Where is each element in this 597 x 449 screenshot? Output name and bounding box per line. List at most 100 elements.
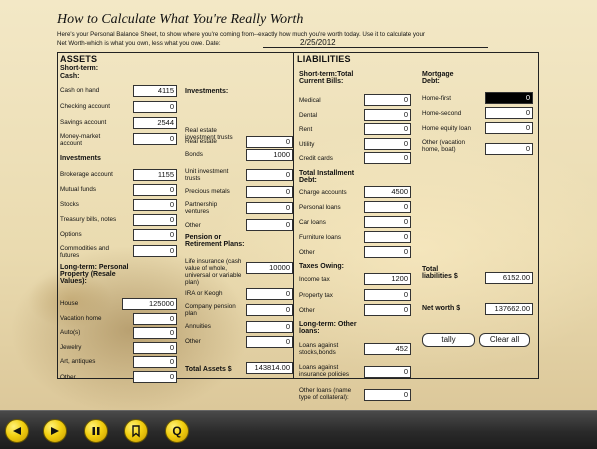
- short-term-heading: Short-term:: [60, 65, 99, 72]
- personal-loans-input[interactable]: 0: [364, 201, 411, 213]
- income-tax-input[interactable]: 1200: [364, 273, 411, 285]
- annuities-label: Annuities: [185, 323, 211, 330]
- home-first-input[interactable]: 0: [485, 92, 533, 104]
- unit-trusts-input[interactable]: 0: [246, 169, 293, 181]
- money-market-label: Money-market account: [60, 133, 101, 147]
- savings-input[interactable]: 2544: [133, 117, 177, 129]
- forward-icon[interactable]: [43, 419, 67, 443]
- brokerage-label: Brokerage account: [60, 171, 113, 178]
- medical-label: Medical: [299, 97, 321, 104]
- other-install-label: Other: [299, 249, 315, 256]
- other-mortgage-label: Other (vacation home, boat): [422, 139, 466, 153]
- bookmark-glyph: [132, 425, 140, 438]
- unit-trusts-label: Unit investment trusts: [185, 168, 229, 182]
- other-personal-label: Other: [60, 374, 76, 381]
- income-tax-label: Income tax: [299, 276, 330, 283]
- back-icon[interactable]: [5, 419, 29, 443]
- home-second-input[interactable]: 0: [485, 107, 533, 119]
- brokerage-input[interactable]: 1155: [133, 169, 177, 181]
- other-pension-input[interactable]: 0: [246, 336, 293, 348]
- mutual-funds-input[interactable]: 0: [133, 184, 177, 196]
- jewelry-input[interactable]: 0: [133, 342, 177, 354]
- total-liabilities-value: 6152.00: [485, 272, 533, 284]
- total-assets-label: Total Assets $: [185, 366, 232, 373]
- property-tax-label: Property tax: [299, 292, 333, 299]
- bookmark-icon[interactable]: [124, 419, 148, 443]
- home-second-label: Home-second: [422, 110, 462, 117]
- other-invest-input[interactable]: 0: [246, 219, 293, 231]
- house-label: House: [60, 300, 79, 307]
- total-assets-value: 143814.00: [246, 362, 293, 374]
- pause-icon[interactable]: [84, 419, 108, 443]
- cash-on-hand-input[interactable]: 4115: [133, 85, 177, 97]
- other-install-input[interactable]: 0: [364, 246, 411, 258]
- clear-all-button[interactable]: Clear all: [479, 333, 530, 347]
- home-equity-input[interactable]: 0: [485, 122, 533, 134]
- other-loans-input[interactable]: 0: [364, 389, 411, 401]
- rent-input[interactable]: 0: [364, 123, 411, 135]
- annuities-input[interactable]: 0: [246, 321, 293, 333]
- date-field[interactable]: 2/25/2012: [300, 38, 336, 47]
- company-pension-input[interactable]: 0: [246, 304, 293, 316]
- art-input[interactable]: 0: [133, 356, 177, 368]
- checking-input[interactable]: 0: [133, 101, 177, 113]
- real-estate-input[interactable]: 0: [246, 136, 293, 148]
- loans-insurance-input[interactable]: 0: [364, 366, 411, 378]
- mutual-funds-label: Mutual funds: [60, 186, 97, 193]
- back-arrow-glyph: [13, 427, 21, 435]
- charge-accounts-label: Charge accounts: [299, 189, 347, 196]
- mortgage-heading: Mortgage Debt:: [422, 71, 454, 85]
- page-title: How to Calculate What You're Really Wort…: [57, 12, 304, 27]
- commodities-input[interactable]: 0: [133, 245, 177, 257]
- vacation-home-label: Vacation home: [60, 315, 102, 322]
- commodities-label: Commodities and futures: [60, 245, 109, 259]
- autos-input[interactable]: 0: [133, 327, 177, 339]
- quit-icon[interactable]: Q: [165, 419, 189, 443]
- checking-label: Checking account: [60, 103, 111, 110]
- other-invest-label: Other: [185, 222, 201, 229]
- autos-label: Auto(s): [60, 329, 81, 336]
- car-loans-input[interactable]: 0: [364, 216, 411, 228]
- medical-input[interactable]: 0: [364, 94, 411, 106]
- house-input[interactable]: 125000: [122, 298, 177, 310]
- bonds-input[interactable]: 1000: [246, 149, 293, 161]
- intro-text-line1: Here's your Personal Balance Sheet, to s…: [57, 31, 425, 38]
- money-market-input[interactable]: 0: [133, 133, 177, 145]
- credit-cards-input[interactable]: 0: [364, 152, 411, 164]
- loans-insurance-label: Loans against insurance policies: [299, 364, 350, 378]
- partnership-input[interactable]: 0: [246, 202, 293, 214]
- forward-arrow-glyph: [51, 427, 59, 435]
- dental-input[interactable]: 0: [364, 109, 411, 121]
- date-underline: [263, 47, 488, 48]
- other-loans-label: Other loans (name type of collateral):: [299, 387, 352, 401]
- utility-input[interactable]: 0: [364, 138, 411, 150]
- current-bills-heading: Short-term:Total Current Bills:: [299, 71, 354, 85]
- other-mortgage-input[interactable]: 0: [485, 143, 533, 155]
- charge-accounts-input[interactable]: 4500: [364, 186, 411, 198]
- car-loans-label: Car loans: [299, 219, 326, 226]
- assets-heading: ASSETS: [60, 54, 98, 64]
- options-input[interactable]: 0: [133, 229, 177, 241]
- stocks-input[interactable]: 0: [133, 199, 177, 211]
- long-term-heading: Long-term: Personal Property (Resale Val…: [60, 264, 129, 285]
- jewelry-label: Jewelry: [60, 344, 82, 351]
- loans-stocks-input[interactable]: 452: [364, 343, 411, 355]
- treasury-input[interactable]: 0: [133, 214, 177, 226]
- life-insurance-input[interactable]: 10000: [246, 262, 293, 274]
- vacation-home-input[interactable]: 0: [133, 313, 177, 325]
- other-personal-input[interactable]: 0: [133, 371, 177, 383]
- precious-metals-input[interactable]: 0: [246, 186, 293, 198]
- tally-button[interactable]: tally: [422, 333, 475, 347]
- furniture-loans-input[interactable]: 0: [364, 231, 411, 243]
- investments-heading: Investments: [60, 155, 101, 162]
- pension-heading: Pension or Retirement Plans:: [185, 234, 245, 248]
- credit-cards-label: Credit cards: [299, 155, 333, 162]
- intro-text-line2: Net Worth-which is what you own, less wh…: [57, 40, 221, 47]
- ira-input[interactable]: 0: [246, 288, 293, 300]
- other-tax-input[interactable]: 0: [364, 304, 411, 316]
- total-liabilities-label: Total liabilities $: [422, 266, 458, 280]
- property-tax-input[interactable]: 0: [364, 289, 411, 301]
- savings-label: Savings account: [60, 119, 107, 126]
- taxes-heading: Taxes Owing:: [299, 263, 344, 270]
- installment-heading: Total Installment Debt:: [299, 170, 355, 184]
